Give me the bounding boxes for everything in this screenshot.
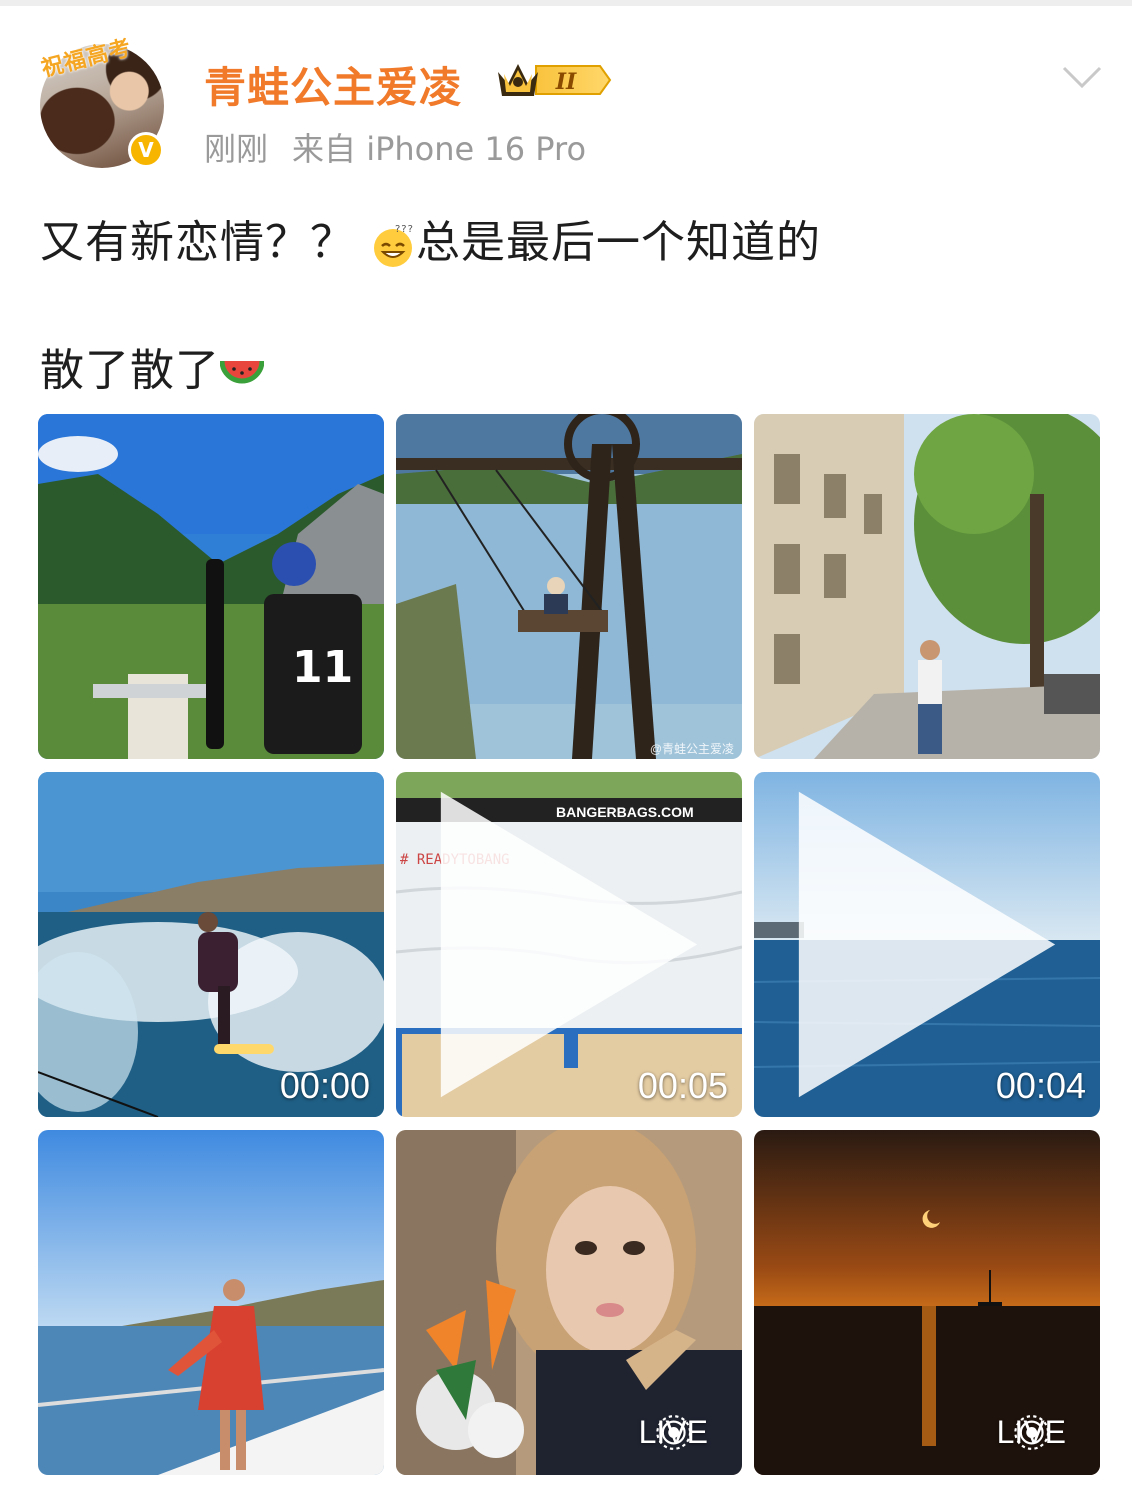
verified-icon: V xyxy=(128,132,164,168)
media-tile-ski-jump[interactable]: 11 xyxy=(38,414,384,759)
post-meta: 刚刚 来自 iPhone 16 Pro xyxy=(204,124,586,170)
video-duration: 00:05 xyxy=(637,1065,728,1106)
watermark: @青蛙公主爱凌 xyxy=(649,742,734,756)
post-time: 刚刚 xyxy=(204,130,269,168)
media-tile-swing[interactable]: @青蛙公主爱凌 xyxy=(396,414,742,759)
svg-text:11: 11 xyxy=(292,642,353,693)
post-text-part2: 总是最后一个知道的 xyxy=(416,217,821,268)
live-icon xyxy=(1013,1415,1049,1450)
media-tile-paris-street[interactable] xyxy=(754,414,1100,759)
live-badge: LIVE xyxy=(639,1414,708,1451)
media-tile-open-sea[interactable]: 00:04 xyxy=(754,772,1100,1117)
top-divider xyxy=(0,0,1132,6)
username[interactable]: 青蛙公主爱凌 xyxy=(204,54,462,115)
yacht-photo xyxy=(38,1130,384,1475)
media-tile-wake-surf[interactable]: 00:00 xyxy=(38,772,384,1117)
live-badge: LIVE xyxy=(997,1414,1066,1451)
post-source[interactable]: 来自 iPhone 16 Pro xyxy=(292,130,586,168)
live-icon xyxy=(655,1415,691,1450)
post-text-part3: 散了散了 xyxy=(40,345,220,396)
chevron-down-icon[interactable] xyxy=(1062,56,1102,96)
avatar[interactable]: 祝福高考 V xyxy=(39,36,164,168)
sweat-smile-emoji-icon: ??? xyxy=(374,224,414,267)
watermelon-emoji-icon xyxy=(220,360,264,384)
svg-text:???: ??? xyxy=(395,224,414,235)
media-tile-airbag[interactable]: BANGERBAGS.COM # READYTOBANG 00:05 xyxy=(396,772,742,1117)
post-text-line2: 散了散了 xyxy=(40,334,264,398)
level-badge-icon: II xyxy=(498,64,612,96)
swing-photo xyxy=(396,414,742,759)
post-text-part1: 又有新恋情？？ xyxy=(40,217,355,268)
media-tile-sunset[interactable]: LIVE xyxy=(754,1130,1100,1475)
post-text-line1: 又有新恋情？？ ??? 总是最后一个知道的 xyxy=(40,206,821,270)
media-tile-selfie[interactable]: LIVE xyxy=(396,1130,742,1475)
media-tile-yacht[interactable] xyxy=(38,1130,384,1475)
video-duration: 00:04 xyxy=(995,1065,1086,1106)
level-badge-text: II xyxy=(555,69,577,95)
ski-jump-photo: 11 xyxy=(38,414,384,759)
media-grid: 11 @青蛙公主爱凌 00:00 BANGERBAGS.COM # 00:05 … xyxy=(38,414,1100,1475)
video-duration: 00:00 xyxy=(279,1065,370,1106)
paris-street-photo xyxy=(754,414,1100,759)
